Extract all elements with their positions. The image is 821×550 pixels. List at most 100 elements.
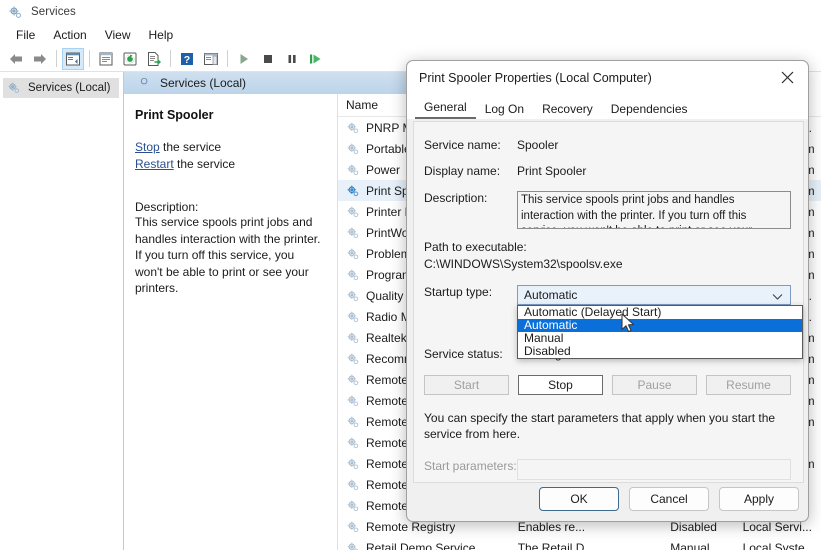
start-service-icon[interactable] bbox=[233, 48, 255, 70]
service-gear-icon bbox=[346, 289, 360, 303]
details-description: This service spools print jobs and handl… bbox=[135, 214, 325, 297]
tree-item-label: Services (Local) bbox=[28, 82, 110, 94]
start-parameters-hint: You can specify the start parameters tha… bbox=[424, 410, 789, 442]
services-icon bbox=[8, 5, 23, 20]
cell-description: The Retail D... bbox=[518, 541, 610, 550]
service-gear-icon bbox=[346, 352, 360, 366]
tab-general[interactable]: General bbox=[415, 98, 476, 119]
menu-file[interactable]: File bbox=[7, 26, 44, 45]
stop-suffix: the service bbox=[160, 140, 221, 154]
path-row: Path to executable: C:\WINDOWS\System32\… bbox=[414, 240, 803, 271]
show-hide-tree-icon[interactable] bbox=[62, 48, 84, 70]
resume-service-button: Resume bbox=[706, 375, 791, 395]
pane-header-label: Services (Local) bbox=[160, 76, 246, 90]
table-row[interactable]: Retail Demo ServiceThe Retail D...Manual… bbox=[338, 537, 821, 550]
pause-service-icon[interactable] bbox=[281, 48, 303, 70]
toolbar-separator bbox=[56, 50, 57, 67]
dialog-description-label: Description: bbox=[414, 191, 517, 229]
tab-log-on[interactable]: Log On bbox=[476, 100, 533, 119]
chevron-down-icon bbox=[772, 290, 783, 304]
restart-service-link[interactable]: Restart bbox=[135, 157, 174, 171]
start-parameters-label: Start parameters: bbox=[414, 459, 517, 480]
service-gear-icon bbox=[346, 247, 360, 261]
startup-type-dropdown[interactable]: Automatic (Delayed Start)AutomaticManual… bbox=[517, 305, 803, 359]
cell-name: Power bbox=[366, 163, 400, 177]
service-status-label: Service status: bbox=[414, 347, 517, 361]
service-gear-icon bbox=[346, 394, 360, 408]
startup-type-value: Automatic bbox=[524, 288, 577, 302]
cancel-button[interactable]: Cancel bbox=[629, 487, 709, 511]
service-name-label: Service name: bbox=[414, 138, 517, 152]
refresh-icon[interactable] bbox=[119, 48, 141, 70]
services-icon bbox=[7, 81, 22, 96]
cell-startup-type: Manual bbox=[670, 541, 742, 550]
service-gear-icon bbox=[346, 415, 360, 429]
restart-suffix: the service bbox=[174, 157, 235, 171]
startup-type-combobox[interactable]: Automatic bbox=[517, 285, 791, 305]
export-list-icon[interactable] bbox=[143, 48, 165, 70]
console-tree-pane: Services (Local) bbox=[0, 72, 124, 550]
path-value[interactable]: C:\WINDOWS\System32\spoolsv.exe bbox=[424, 257, 803, 271]
display-name-value: Print Spooler bbox=[517, 164, 803, 178]
menu-action[interactable]: Action bbox=[44, 26, 95, 45]
services-window: Services File Action View Help bbox=[0, 0, 821, 550]
close-icon[interactable] bbox=[766, 61, 808, 93]
properties-icon[interactable] bbox=[95, 48, 117, 70]
details-description-label: Description: bbox=[135, 200, 325, 214]
tab-dependencies[interactable]: Dependencies bbox=[602, 100, 697, 119]
restart-service-line: Restart the service bbox=[135, 156, 325, 173]
dialog-footer: OK Cancel Apply bbox=[539, 487, 799, 511]
show-hide-action-pane-icon[interactable] bbox=[200, 48, 222, 70]
apply-button[interactable]: Apply bbox=[719, 487, 799, 511]
menu-view[interactable]: View bbox=[96, 26, 140, 45]
service-control-buttons: StartStopPauseResume bbox=[424, 375, 791, 395]
cell-log-on-as: Local Syste... bbox=[743, 541, 821, 550]
service-gear-icon bbox=[346, 205, 360, 219]
service-details-panel: Print Spooler Stop the service Restart t… bbox=[124, 94, 338, 550]
service-gear-icon bbox=[346, 331, 360, 345]
description-row: Description: This service spools print j… bbox=[414, 191, 803, 229]
forward-arrow-icon[interactable] bbox=[29, 48, 51, 70]
tab-recovery[interactable]: Recovery bbox=[533, 100, 602, 119]
services-icon bbox=[138, 75, 152, 92]
path-label: Path to executable: bbox=[424, 240, 803, 254]
menu-help[interactable]: Help bbox=[140, 26, 183, 45]
service-gear-icon bbox=[346, 541, 360, 550]
service-gear-icon bbox=[346, 310, 360, 324]
display-name-label: Display name: bbox=[414, 164, 517, 178]
menu-bar: File Action View Help bbox=[0, 24, 821, 46]
dialog-titlebar: Print Spooler Properties (Local Computer… bbox=[407, 61, 808, 95]
service-gear-icon bbox=[346, 268, 360, 282]
toolbar-separator bbox=[227, 50, 228, 67]
details-title: Print Spooler bbox=[135, 108, 325, 122]
service-name-row: Service name: Spooler bbox=[414, 138, 803, 152]
stop-service-line: Stop the service bbox=[135, 139, 325, 156]
dialog-general-panel: Service name: Spooler Display name: Prin… bbox=[413, 121, 804, 483]
stop-service-button[interactable]: Stop bbox=[518, 375, 603, 395]
window-titlebar: Services bbox=[0, 0, 821, 24]
service-gear-icon bbox=[346, 163, 360, 177]
toolbar-separator bbox=[89, 50, 90, 67]
start-parameters-row: Start parameters: bbox=[414, 459, 803, 480]
restart-service-icon[interactable] bbox=[305, 48, 327, 70]
stop-service-icon[interactable] bbox=[257, 48, 279, 70]
dropdown-option[interactable]: Disabled bbox=[518, 345, 802, 358]
dialog-tabs: General Log On Recovery Dependencies bbox=[407, 95, 808, 119]
service-gear-icon bbox=[346, 457, 360, 471]
back-arrow-icon[interactable] bbox=[5, 48, 27, 70]
svg-text:?: ? bbox=[184, 54, 190, 66]
toolbar-separator bbox=[170, 50, 171, 67]
stop-service-link[interactable]: Stop bbox=[135, 140, 160, 154]
help-icon[interactable]: ? bbox=[176, 48, 198, 70]
service-gear-icon bbox=[346, 478, 360, 492]
service-properties-dialog: Print Spooler Properties (Local Computer… bbox=[406, 60, 809, 522]
startup-type-label: Startup type: bbox=[414, 285, 517, 305]
start-parameters-input[interactable] bbox=[517, 459, 791, 480]
service-gear-icon bbox=[346, 520, 360, 534]
ok-button[interactable]: OK bbox=[539, 487, 619, 511]
display-name-row: Display name: Print Spooler bbox=[414, 164, 803, 178]
service-gear-icon bbox=[346, 226, 360, 240]
description-textbox[interactable]: This service spools print jobs and handl… bbox=[517, 191, 791, 229]
tree-item-services-local[interactable]: Services (Local) bbox=[3, 78, 119, 98]
service-gear-icon bbox=[346, 142, 360, 156]
